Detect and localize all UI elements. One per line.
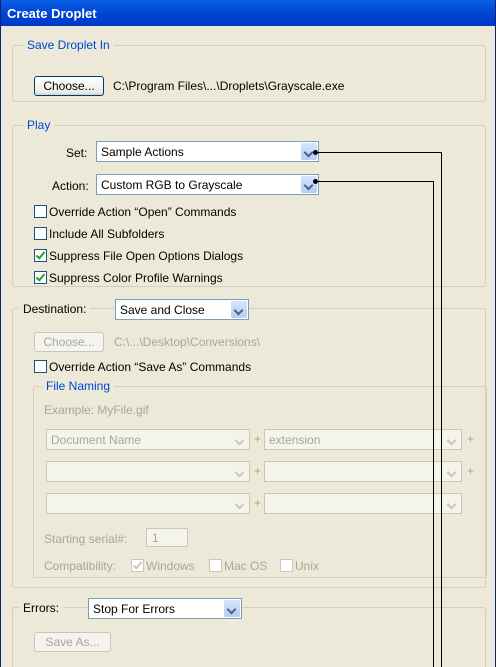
save-in-path: C:\Program Files\...\Droplets\Grayscale.… [113,79,345,93]
compat-windows-label: Windows [146,559,195,573]
destination-group: Destination: Save and Close Choose... C:… [12,299,487,588]
callout-line [441,152,442,667]
action-value: Custom RGB to Grayscale [101,178,243,192]
override-open-label: Override Action “Open” Commands [49,205,237,219]
compat-macos-label: Mac OS [224,559,268,573]
suppress-open-options-label: Suppress File Open Options Dialogs [49,249,244,263]
naming-field-2-value: extension [269,433,321,447]
chevron-down-icon[interactable] [232,495,248,512]
set-label: Set: [66,146,88,160]
compat-windows-checkbox[interactable] [131,559,144,572]
include-subfolders-checkbox[interactable] [34,227,47,240]
set-dropdown[interactable]: Sample Actions [96,141,319,162]
callout-line [433,181,434,667]
errors-group: Errors: Stop For Errors Save As... [12,598,486,667]
compat-unix-checkbox[interactable] [280,559,293,572]
create-droplet-dialog: Create Droplet Save Droplet In Choose...… [0,0,496,667]
suppress-open-options-checkbox[interactable] [34,249,47,262]
window-title: Create Droplet [7,6,97,21]
file-naming-example: Example: MyFile.gif [44,403,149,417]
play-group: Play Set: Sample Actions Action: Custom … [12,118,486,287]
compat-unix-label: Unix [295,559,320,573]
include-subfolders-label: Include All Subfolders [49,227,165,241]
starting-serial-input[interactable]: 1 [146,528,188,547]
override-save-as-checkbox[interactable] [34,360,47,373]
destination-value: Save and Close [120,303,205,317]
chevron-down-icon[interactable] [444,431,460,448]
plus-sign: + [254,464,262,478]
naming-field-3[interactable] [46,461,250,482]
chevron-down-icon[interactable] [224,600,240,617]
errors-dropdown[interactable]: Stop For Errors [88,598,242,619]
chevron-down-icon[interactable] [444,463,460,480]
errors-label: Errors: [19,601,63,615]
errors-save-as-button[interactable]: Save As... [34,632,111,652]
save-in-choose-button[interactable]: Choose... [34,76,104,96]
compat-macos-checkbox[interactable] [209,559,222,572]
override-save-as-label: Override Action “Save As” Commands [49,360,252,374]
destination-path: C:\...\Desktop\Conversions\ [114,335,261,349]
override-open-checkbox[interactable] [34,205,47,218]
destination-choose-button[interactable]: Choose... [34,332,104,352]
chevron-down-icon[interactable] [232,463,248,480]
destination-dropdown[interactable]: Save and Close [115,299,249,320]
chevron-down-icon[interactable] [232,431,248,448]
starting-serial-label: Starting serial#: [44,532,128,546]
starting-serial-value: 1 [152,531,159,545]
errors-value: Stop For Errors [93,602,176,616]
plus-sign: + [467,464,475,478]
callout-line [315,152,441,153]
plus-sign: + [254,496,262,510]
play-legend: Play [23,118,55,132]
action-label: Action: [52,179,89,193]
save-droplet-in-group: Save Droplet In Choose... C:\Program Fil… [12,38,486,102]
compatibility-label: Compatibility: [44,559,117,573]
suppress-profile-warnings-checkbox[interactable] [34,271,47,284]
action-dropdown[interactable]: Custom RGB to Grayscale [96,174,319,195]
save-droplet-in-legend: Save Droplet In [23,38,114,52]
file-naming-legend: File Naming [42,379,115,393]
suppress-profile-warnings-label: Suppress Color Profile Warnings [49,271,223,285]
naming-field-1-value: Document Name [51,433,142,447]
naming-field-1[interactable]: Document Name [46,429,250,450]
callout-line [315,181,433,182]
title-bar[interactable]: Create Droplet [1,0,495,26]
set-value: Sample Actions [101,145,184,159]
plus-sign: + [467,432,475,446]
file-naming-group: File Naming Example: MyFile.gif Document… [33,379,487,578]
chevron-down-icon[interactable] [231,301,247,318]
chevron-down-icon[interactable] [444,495,460,512]
destination-label: Destination: [19,302,91,316]
naming-field-5[interactable] [46,493,250,514]
plus-sign: + [254,432,262,446]
